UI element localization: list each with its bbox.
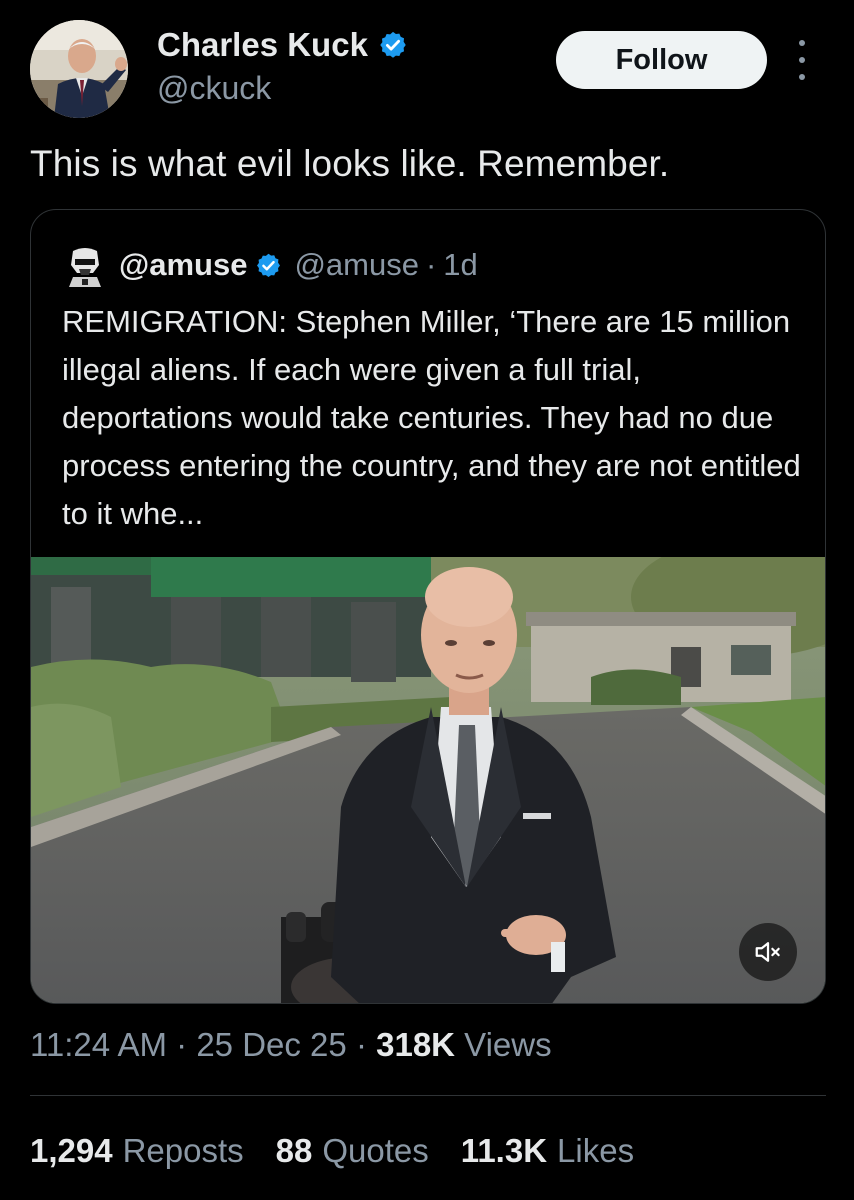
- views-count[interactable]: 318K: [376, 1026, 455, 1063]
- quotes-stat[interactable]: 88 Quotes: [276, 1132, 429, 1170]
- tweet-date[interactable]: 25 Dec 25: [196, 1026, 346, 1063]
- likes-label: Likes: [557, 1132, 635, 1169]
- speaker-muted-icon[interactable]: [739, 923, 797, 981]
- quoted-author-name[interactable]: @amuse: [119, 247, 247, 283]
- quoted-tweet-card[interactable]: @amuse @amuse · 1d REMIGRATION: Stephen …: [30, 209, 826, 1004]
- author-avatar[interactable]: [30, 20, 128, 118]
- quoted-tweet-header: @amuse @amuse · 1d: [63, 243, 478, 287]
- views-label[interactable]: Views: [464, 1026, 551, 1063]
- quoted-avatar-icon[interactable]: [63, 243, 107, 287]
- verified-badge-icon: [378, 30, 408, 60]
- reposts-count: 1,294: [30, 1132, 113, 1169]
- likes-count: 11.3K: [460, 1132, 548, 1169]
- reposts-label: Reposts: [122, 1132, 244, 1169]
- meta-separator: ·: [355, 1026, 367, 1063]
- tweet-time[interactable]: 11:24 AM: [30, 1026, 167, 1063]
- reposts-stat[interactable]: 1,294 Reposts: [30, 1132, 244, 1170]
- quoted-author-handle[interactable]: @amuse: [294, 247, 419, 283]
- divider: [30, 1095, 826, 1096]
- video-thumbnail[interactable]: [31, 557, 825, 1003]
- quoted-tweet-text: REMIGRATION: Stephen Miller, ‘There are …: [62, 304, 801, 531]
- quoted-timestamp[interactable]: 1d: [443, 247, 477, 283]
- tweet-text: This is what evil looks like. Remember.: [30, 143, 670, 184]
- quotes-count: 88: [275, 1132, 313, 1169]
- tweet-metadata: 11:24 AM · 25 Dec 25 · 318K Views: [30, 1026, 552, 1064]
- tweet-page: Charles Kuck @ckuck Follow This is what …: [0, 0, 854, 1200]
- more-vertical-icon[interactable]: [790, 40, 814, 80]
- author-name-row[interactable]: Charles Kuck: [157, 26, 408, 64]
- author-handle[interactable]: @ckuck: [157, 70, 271, 107]
- quoted-verified-badge-icon: [255, 252, 282, 279]
- meta-separator: ·: [176, 1026, 188, 1063]
- engagement-stats: 1,294 Reposts 88 Quotes 11.3K Likes: [30, 1132, 634, 1170]
- follow-button[interactable]: Follow: [556, 31, 767, 89]
- quoted-separator: ·: [425, 247, 437, 282]
- quotes-label: Quotes: [322, 1132, 429, 1169]
- likes-stat[interactable]: 11.3K Likes: [461, 1132, 634, 1170]
- author-name[interactable]: Charles Kuck: [157, 26, 368, 64]
